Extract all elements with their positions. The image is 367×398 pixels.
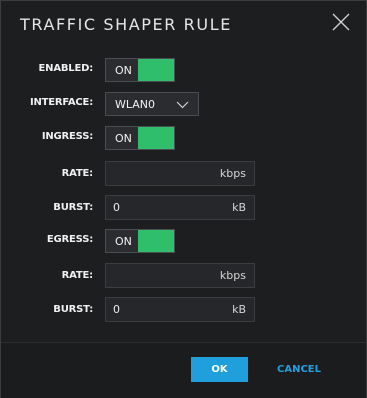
ingress-toggle-knob (138, 127, 174, 149)
egress-burst-field: kB (105, 297, 255, 322)
ingress-burst-label: BURST: (53, 202, 93, 213)
close-icon[interactable] (332, 13, 350, 31)
egress-rate-input[interactable] (106, 264, 218, 287)
ok-button[interactable]: OK (191, 357, 248, 382)
chevron-down-icon (176, 101, 189, 109)
cancel-button[interactable]: CANCEL (269, 357, 329, 382)
egress-burst-unit: kB (232, 303, 246, 316)
dialog-title: TRAFFIC SHAPER RULE (20, 15, 232, 34)
interface-label: INTERFACE: (29, 97, 93, 108)
ingress-rate-unit: kbps (219, 167, 246, 180)
ingress-row: INGRESS: ON (1, 126, 366, 150)
ingress-toggle-state: ON (115, 132, 132, 145)
enabled-label: ENABLED: (38, 63, 94, 74)
egress-burst-row: BURST: kB (1, 297, 366, 323)
ingress-burst-input[interactable] (106, 196, 218, 219)
egress-rate-field: kbps (105, 263, 255, 288)
ingress-burst-row: BURST: kB (1, 195, 366, 221)
ingress-rate-input[interactable] (106, 162, 218, 185)
egress-burst-input[interactable] (106, 298, 218, 321)
egress-rate-label: RATE: (61, 270, 94, 281)
ingress-toggle[interactable]: ON (105, 126, 175, 150)
interface-row: INTERFACE: WLAN0 (1, 92, 366, 116)
enabled-toggle[interactable]: ON (105, 58, 175, 82)
egress-burst-label: BURST: (53, 304, 93, 315)
traffic-shaper-dialog: TRAFFIC SHAPER RULE ENABLED: ON INTERFAC… (0, 0, 367, 398)
egress-toggle[interactable]: ON (105, 229, 175, 253)
egress-rate-unit: kbps (219, 269, 246, 282)
egress-toggle-state: ON (115, 235, 132, 248)
enabled-toggle-state: ON (115, 64, 132, 77)
enabled-toggle-knob (138, 59, 174, 81)
egress-rate-row: RATE: kbps (1, 263, 366, 289)
ingress-label: INGRESS: (41, 131, 93, 142)
egress-row: EGRESS: ON (1, 229, 366, 253)
ingress-rate-label: RATE: (61, 168, 94, 179)
dialog-footer: OK CANCEL (1, 343, 366, 398)
ingress-burst-unit: kB (232, 201, 246, 214)
enabled-row: ENABLED: ON (1, 58, 366, 82)
egress-toggle-knob (138, 230, 174, 252)
interface-select[interactable]: WLAN0 (105, 92, 199, 116)
ingress-rate-field: kbps (105, 161, 255, 186)
ingress-burst-field: kB (105, 195, 255, 220)
ingress-rate-row: RATE: kbps (1, 161, 366, 187)
interface-select-value: WLAN0 (115, 98, 156, 111)
dialog-header: TRAFFIC SHAPER RULE (1, 1, 366, 49)
egress-label: EGRESS: (46, 234, 93, 245)
